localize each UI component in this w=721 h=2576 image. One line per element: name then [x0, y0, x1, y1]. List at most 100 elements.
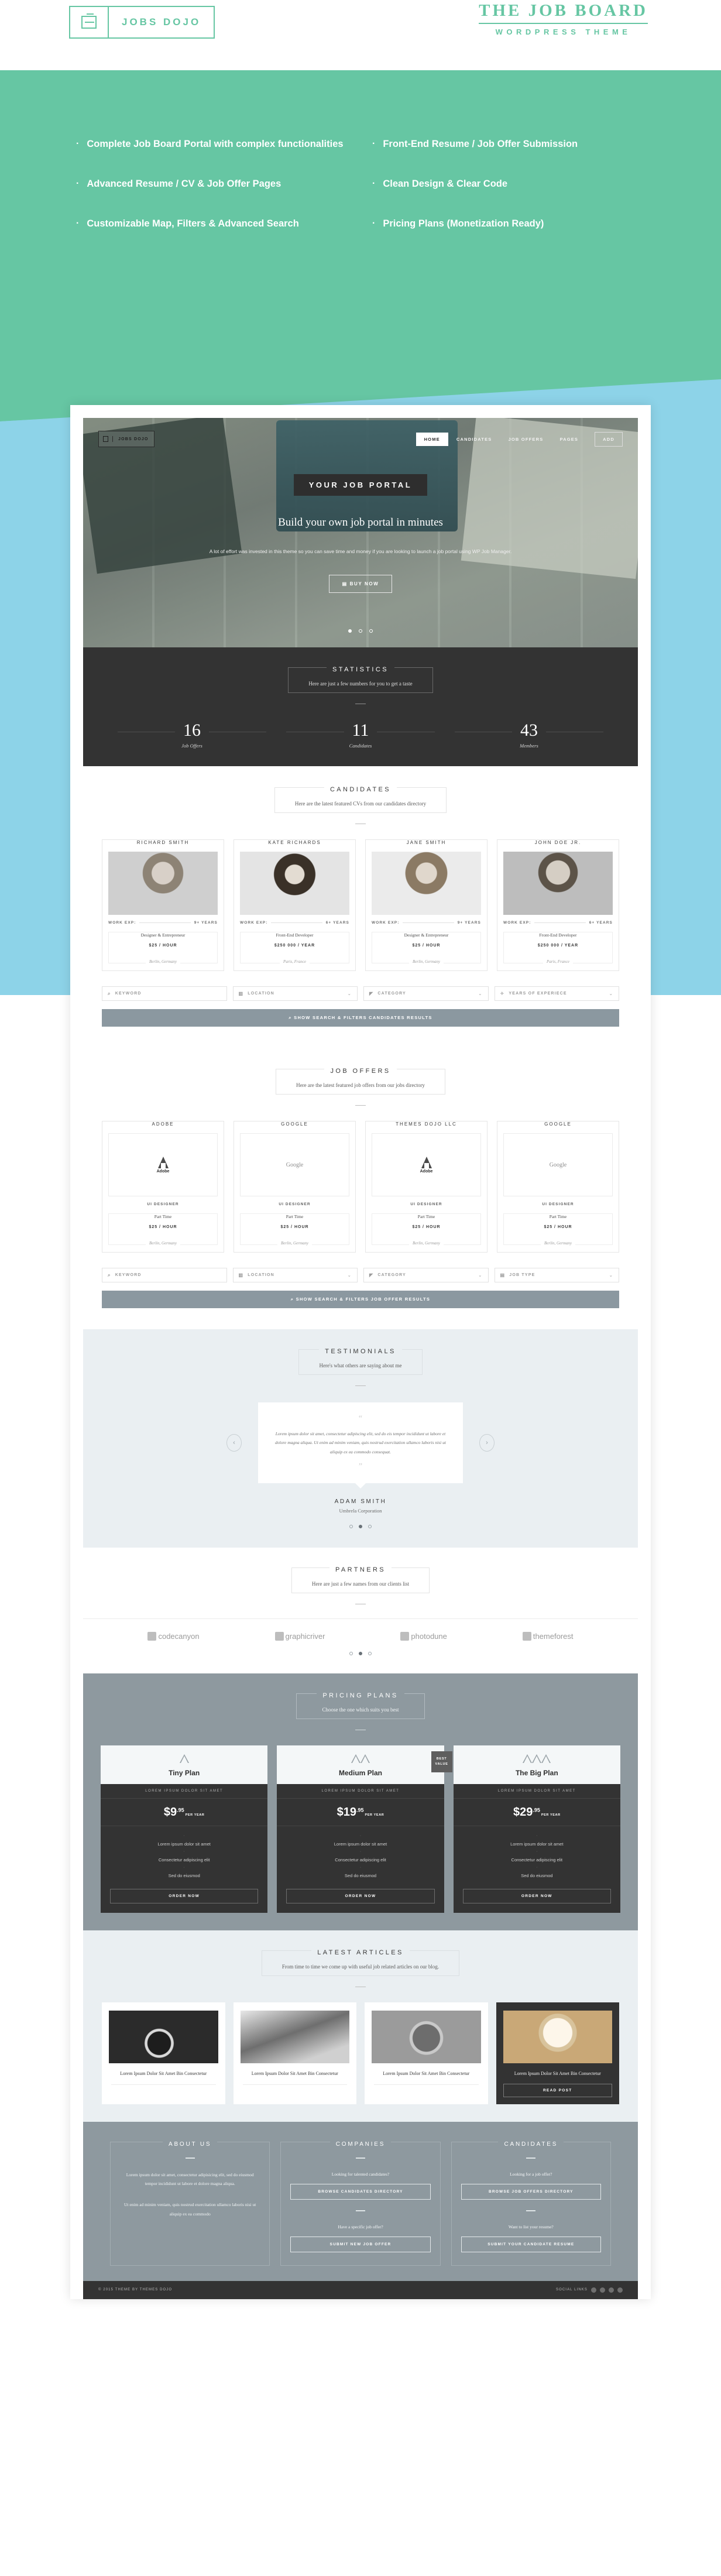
testimonial-bubble: “ Lorem ipsum dolor sit amet, consectetu… [258, 1402, 463, 1484]
order-now-button[interactable]: ORDER NOW [462, 1888, 611, 1903]
pricing-plan-card[interactable]: Medium Plan BEST VALUE LOREM IPSUM DOLOR… [277, 1745, 452, 1913]
article-card[interactable]: Lorem Ipsum Dolor Sit Amet Bin Consectet… [365, 2002, 488, 2104]
job-meta-box: Part Time $25 / HOUR Berlin, Germany [108, 1213, 218, 1246]
instagram-icon[interactable] [617, 2287, 623, 2293]
article-card[interactable]: Lorem Ipsum Dolor Sit Amet Bin Consectet… [233, 2002, 356, 2104]
brand-rule [479, 23, 648, 24]
job-offer-card[interactable]: GOOGLE Google UI DESIGNER Part Time $25 … [234, 1121, 356, 1253]
article-card[interactable]: Lorem Ipsum Dolor Sit Amet Bin Consectet… [496, 2002, 619, 2104]
carousel-dot[interactable] [368, 1652, 372, 1656]
plan-name: The Big Plan [515, 1769, 558, 1778]
nav-item-candidates[interactable]: CANDIDATES [448, 433, 500, 446]
section-subtitle: Here's what others are saying about me [319, 1363, 402, 1368]
feature-list: · Complete Job Board Portal with complex… [0, 70, 721, 351]
carousel-dot[interactable] [359, 1652, 362, 1656]
show-job-offer-results-button[interactable]: ⌕ SHOW SEARCH & FILTERS JOB OFFER RESULT… [102, 1291, 619, 1308]
submit-resume-button[interactable]: SUBMIT YOUR CANDIDATE RESUME [461, 2236, 601, 2252]
slider-dot[interactable] [369, 629, 373, 633]
slider-dot[interactable] [359, 629, 362, 633]
order-now-button[interactable]: ORDER NOW [286, 1888, 435, 1903]
browse-candidates-button[interactable]: BROWSE CANDIDATES DIRECTORY [290, 2183, 431, 2200]
browse-job-offers-button[interactable]: BROWSE JOB OFFERS DIRECTORY [461, 2183, 601, 2200]
nav-item-home[interactable]: HOME [416, 432, 448, 446]
testimonial-author: ADAM SMITH [334, 1498, 387, 1505]
companies-question-1: Looking for talented candidates? [331, 2171, 390, 2177]
google-logo: Google [240, 1133, 349, 1196]
carousel-dot[interactable] [368, 1525, 372, 1529]
candidate-card[interactable]: JANE SMITH WORK EXP: 9+ YEARS Designer &… [365, 839, 487, 971]
chevron-right-icon[interactable]: › [479, 1434, 495, 1452]
slider-dot[interactable] [348, 629, 352, 633]
social-links[interactable]: SOCIAL LINKS [556, 2287, 623, 2293]
nav-add-button[interactable]: ADD [595, 431, 623, 447]
job-type-select[interactable]: ▤ JOB TYPE ⌄ [494, 1268, 619, 1282]
role-location: Paris, France [543, 959, 573, 964]
feature-label: Complete Job Board Portal with complex f… [87, 139, 344, 149]
avatar [240, 852, 349, 915]
partner-label: photodune [411, 1632, 447, 1641]
hero-slider-dots[interactable] [83, 625, 638, 636]
role-box: Designer & Entrepreneur $25 / HOUR Berli… [372, 932, 481, 964]
company-name: GOOGLE [276, 1121, 313, 1127]
role-title: Designer & Entrepreneur [400, 932, 452, 938]
location-select[interactable]: ▥ LOCATION ⌄ [232, 1268, 358, 1282]
location-select[interactable]: ▥ LOCATION ⌄ [232, 986, 358, 1001]
job-offer-card[interactable]: THEMES DOJO LLC Adobe UI DESIGNER Part T… [365, 1121, 487, 1253]
candidate-card[interactable]: KATE RICHARDS WORK EXP: 6+ YEARS Front-E… [234, 839, 356, 971]
read-post-button[interactable]: READ POST [503, 2083, 612, 2097]
articles-header: LATEST ARTICLES From time to time we com… [83, 1949, 638, 1987]
plan-feature: Lorem ipsum dolor sit amet [334, 1841, 387, 1847]
nav-item-job-offers[interactable]: JOB OFFERS [500, 433, 552, 446]
show-candidate-results-button[interactable]: ⌕ SHOW SEARCH & FILTERS CANDIDATES RESUL… [102, 1009, 619, 1027]
nav-item-pages[interactable]: PAGES [551, 433, 586, 446]
partner-logo[interactable]: codecanyon [147, 1632, 200, 1641]
stat-label: Job Offers [181, 743, 202, 749]
job-offer-card[interactable]: ADOBE Adobe UI DESIGNER Part Time $25 / … [102, 1121, 224, 1253]
article-cards: Lorem Ipsum Dolor Sit Amet Bin Consectet… [83, 2002, 638, 2104]
pricing-plan-card[interactable]: The Big Plan LOREM IPSUM DOLOR SIT AMET … [453, 1745, 620, 1913]
twitter-icon[interactable] [600, 2287, 605, 2293]
plan-feature: Sed do eiusmod [521, 1872, 553, 1878]
category-select[interactable]: ◤ CATEGORY ⌄ [363, 1268, 489, 1282]
article-card[interactable]: Lorem Ipsum Dolor Sit Amet Bin Consectet… [102, 2002, 225, 2104]
submit-job-offer-button[interactable]: SUBMIT NEW JOB OFFER [290, 2236, 431, 2252]
carousel-dot[interactable] [359, 1525, 362, 1529]
role-location: Berlin, Germany [408, 959, 444, 964]
chevron-left-icon[interactable]: ‹ [226, 1434, 242, 1452]
candidate-name: JANE SMITH [401, 840, 451, 845]
search-input[interactable]: ⌕ KEYWORD [102, 986, 227, 1001]
hero-section: JOBS DOJO HOME CANDIDATES JOB OFFERS PAG… [83, 418, 638, 647]
avatar [108, 852, 218, 915]
plan-features: · Lorem ipsum dolor sit amet · Consectetur… [277, 1826, 444, 1884]
job-meta-box: Part Time $25 / HOUR Berlin, Germany [240, 1213, 349, 1246]
partner-logo[interactable]: photodune [400, 1632, 447, 1641]
carousel-dot[interactable] [349, 1525, 353, 1529]
testimonial-dots[interactable] [83, 1521, 638, 1531]
candidate-card[interactable]: JOHN DOE JR. WORK EXP: 6+ YEARS Front-En… [497, 839, 619, 971]
category-select[interactable]: ◤ CATEGORY ⌄ [363, 986, 489, 1001]
job-pay: $25 / HOUR [412, 1225, 441, 1229]
statistics-section: STATISTICS Here are just a few numbers f… [83, 647, 638, 766]
linkedin-icon[interactable] [609, 2287, 614, 2293]
experience-select[interactable]: ✧ YEARS OF EXPERIECE ⌄ [494, 986, 619, 1001]
partner-dots[interactable] [83, 1648, 638, 1658]
facebook-icon[interactable] [591, 2287, 596, 2293]
filter-label: CATEGORY [377, 992, 406, 996]
job-pay: $25 / HOUR [280, 1225, 309, 1229]
filter-label: LOCATION [248, 992, 274, 996]
search-input[interactable]: ⌕ KEYWORD [102, 1268, 227, 1282]
section-subtitle: Here are just a few numbers for you to g… [308, 681, 413, 687]
brand-logo[interactable]: JOBS DOJO [69, 6, 215, 39]
feature-item: · Clean Design & Clear Code [372, 174, 645, 193]
order-now-button[interactable]: ORDER NOW [110, 1888, 259, 1903]
partner-logo[interactable]: themeforest [522, 1632, 573, 1641]
job-offer-filters: ⌕ KEYWORD ▥ LOCATION ⌄ ◤ CATEGORY ⌄ ▤ JO… [83, 1268, 638, 1282]
carousel-dot[interactable] [349, 1652, 353, 1656]
job-type: Part Time [414, 1214, 439, 1219]
partner-logo[interactable]: graphicriver [274, 1632, 325, 1641]
job-offer-card[interactable]: GOOGLE Google UI DESIGNER Part Time $25 … [497, 1121, 619, 1253]
candidate-card[interactable]: RICHARD SMITH WORK EXP: 9+ YEARS Designe… [102, 839, 224, 971]
mockup-logo[interactable]: JOBS DOJO [98, 431, 154, 447]
buy-now-button[interactable]: ▤ BUY NOW [328, 574, 393, 593]
pricing-plan-card[interactable]: Tiny Plan LOREM IPSUM DOLOR SIT AMET $9.… [101, 1745, 268, 1913]
